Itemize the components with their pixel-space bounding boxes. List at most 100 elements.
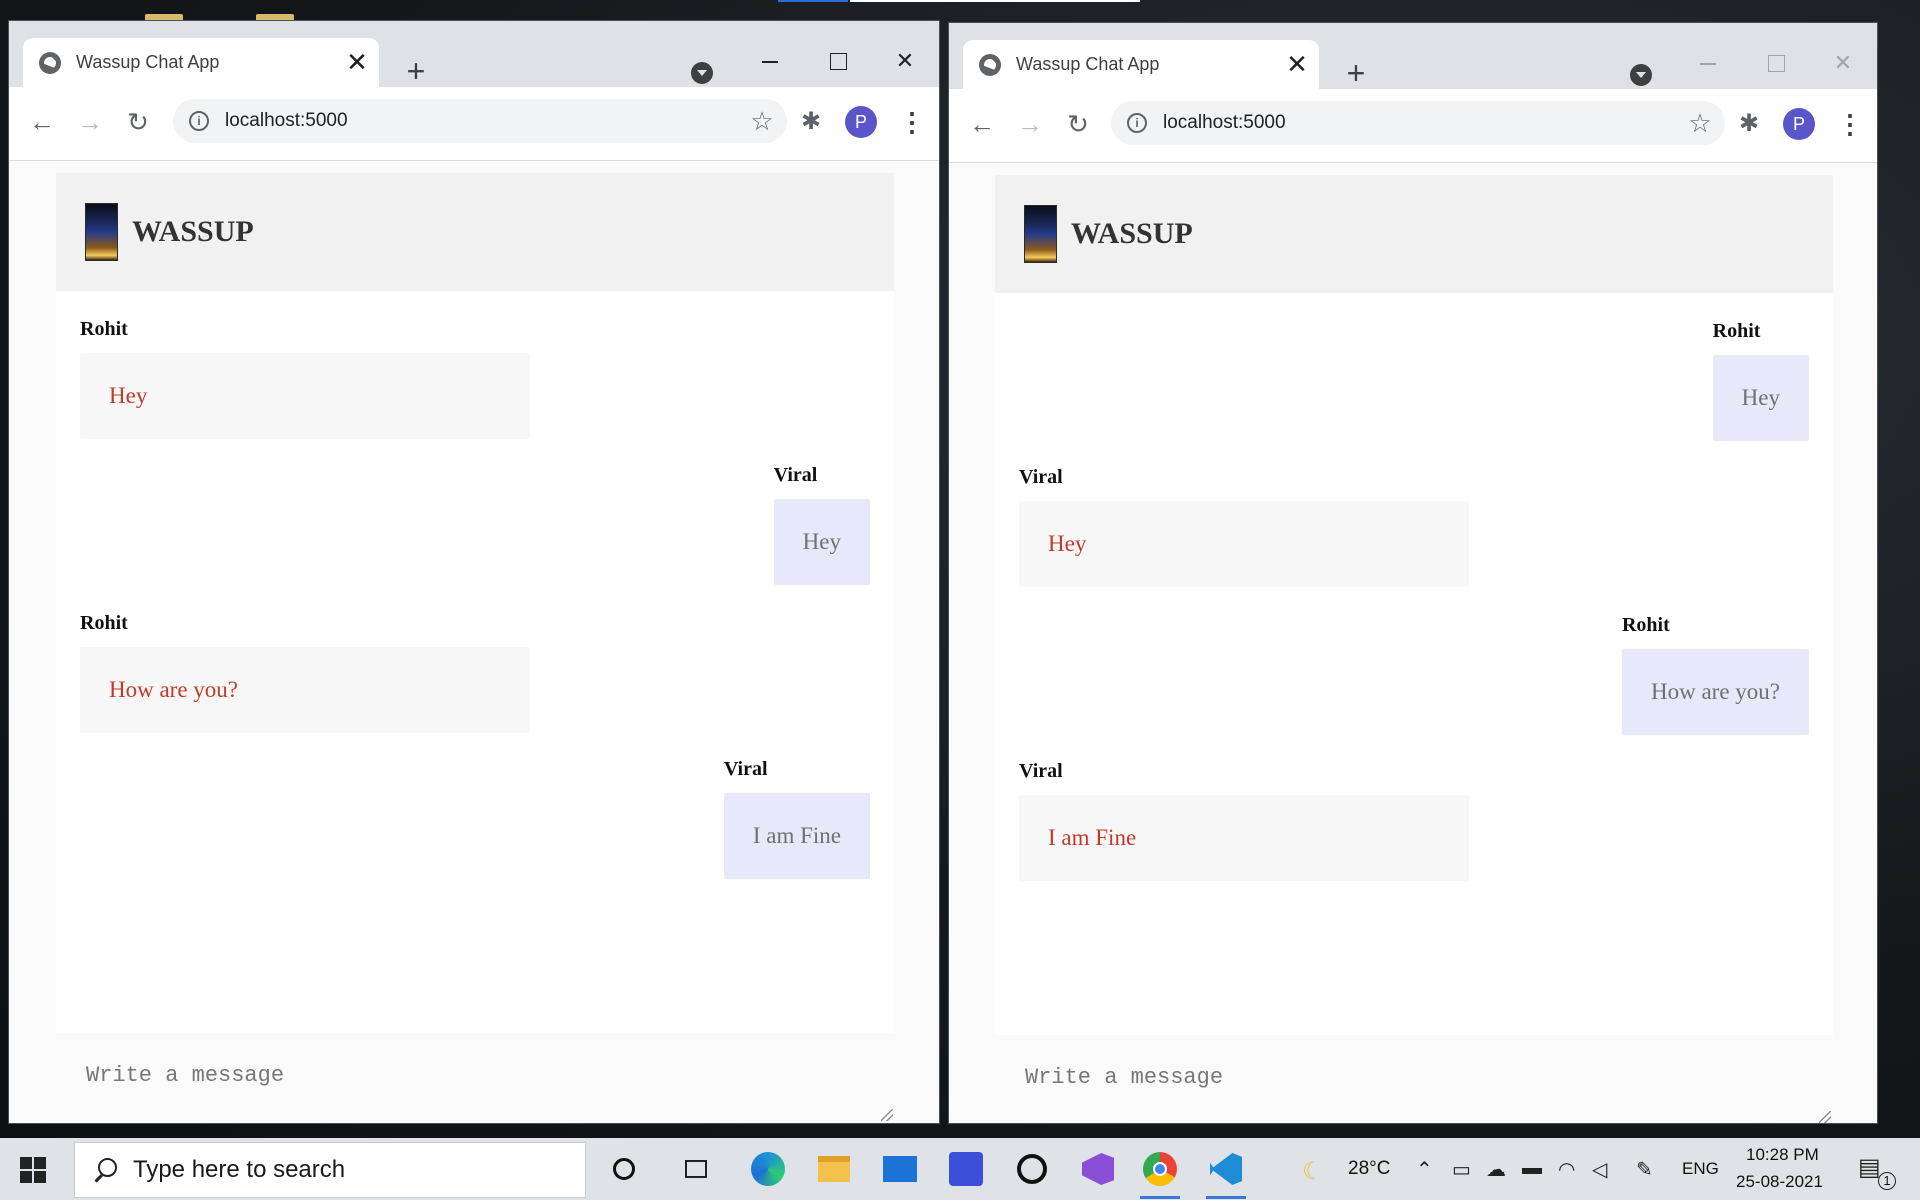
- minimize-button[interactable]: [751, 43, 787, 79]
- back-button[interactable]: ←: [967, 109, 997, 139]
- close-tab-icon[interactable]: ✕: [343, 49, 371, 77]
- maximize-button[interactable]: [819, 43, 855, 79]
- weather-icon[interactable]: ☾: [1302, 1157, 1324, 1186]
- profile-avatar[interactable]: P: [1783, 108, 1815, 140]
- forward-button[interactable]: →: [75, 107, 105, 137]
- volume-icon[interactable]: ◁: [1592, 1157, 1607, 1182]
- address-bar[interactable]: i localhost:5000 ☆: [173, 99, 787, 143]
- close-window-button[interactable]: ✕: [1825, 45, 1861, 81]
- vscode-icon[interactable]: [1206, 1149, 1246, 1199]
- tab-title: Wassup Chat App: [76, 52, 220, 72]
- message-item: Rohit How are you?: [1621, 613, 1809, 735]
- search-placeholder: Type here to search: [133, 1156, 346, 1183]
- message-sender: Rohit: [80, 612, 128, 634]
- more-vertical-icon[interactable]: ⋮: [899, 105, 925, 139]
- desktop-window-edge: [850, 0, 1140, 2]
- message-item: Rohit Hey: [1712, 319, 1809, 441]
- puzzle-icon[interactable]: ✱: [796, 107, 826, 137]
- url-text[interactable]: localhost:5000: [1163, 112, 1685, 134]
- file-explorer-icon[interactable]: [814, 1149, 854, 1189]
- brand-title: WASSUP: [1071, 217, 1193, 250]
- message-sender: Viral: [1019, 760, 1063, 782]
- message-input[interactable]: [1023, 1051, 1823, 1123]
- xbox-icon[interactable]: [1012, 1149, 1052, 1189]
- tab-title: Wassup Chat App: [1016, 54, 1160, 74]
- onedrive-icon[interactable]: ☁: [1486, 1157, 1506, 1182]
- brand-title: WASSUP: [132, 215, 254, 248]
- message-item: Viral I am Fine: [1019, 759, 1469, 881]
- message-bubble: How are you?: [1621, 649, 1809, 735]
- clock-date[interactable]: 25-08-2021: [1736, 1172, 1823, 1192]
- message-sender: Viral: [723, 758, 768, 780]
- reload-button[interactable]: ↻: [1063, 109, 1093, 139]
- message-list: Rohit Hey Viral Hey Rohit How are you? V…: [56, 291, 894, 1033]
- tab-search-icon[interactable]: [1630, 64, 1652, 86]
- pen-icon[interactable]: ✎: [1636, 1157, 1653, 1182]
- taskbar-search[interactable]: Type here to search: [74, 1142, 586, 1198]
- windows-start-icon[interactable]: [20, 1157, 46, 1183]
- logo-image: [1024, 205, 1057, 263]
- profile-avatar[interactable]: P: [845, 106, 877, 138]
- mail-icon[interactable]: [880, 1149, 920, 1189]
- tab-search-icon[interactable]: [691, 62, 713, 84]
- battery-icon[interactable]: ▬: [1522, 1157, 1542, 1180]
- forward-button[interactable]: →: [1015, 109, 1045, 139]
- puzzle-icon[interactable]: ✱: [1734, 109, 1764, 139]
- meet-icon[interactable]: ▭: [1452, 1157, 1471, 1182]
- wifi-icon[interactable]: ◠: [1558, 1157, 1575, 1182]
- app-icon[interactable]: [946, 1149, 986, 1189]
- browser-tab[interactable]: Wassup Chat App ✕: [963, 40, 1319, 89]
- compose-area: [9, 1033, 939, 1123]
- browser-window-left: Wassup Chat App ✕ + ✕ ← → ↻ i localhost:…: [8, 20, 940, 1124]
- message-sender: Rohit: [80, 318, 128, 340]
- more-vertical-icon[interactable]: ⋮: [1837, 107, 1863, 141]
- close-window-button[interactable]: ✕: [887, 43, 923, 79]
- message-sender: Rohit: [1712, 320, 1761, 342]
- page-viewport: WASSUP Rohit Hey Viral Hey Rohit How are…: [9, 161, 939, 1123]
- globe-icon: [39, 51, 61, 74]
- cortana-icon[interactable]: [604, 1149, 644, 1189]
- weather-temp[interactable]: 28°C: [1348, 1158, 1390, 1180]
- notification-count: 1: [1878, 1172, 1896, 1190]
- message-bubble: I am Fine: [723, 793, 870, 879]
- language-indicator[interactable]: ENG: [1682, 1159, 1719, 1179]
- star-icon[interactable]: ☆: [1685, 108, 1715, 139]
- message-item: Rohit Hey: [80, 317, 530, 439]
- compose-area: [949, 1035, 1877, 1123]
- notification-icon[interactable]: ▤: [1858, 1153, 1881, 1182]
- message-bubble: Hey: [1019, 501, 1469, 587]
- new-tab-button[interactable]: +: [1341, 57, 1371, 91]
- star-icon[interactable]: ☆: [747, 106, 777, 137]
- browser-titlebar: Wassup Chat App ✕ + ✕: [949, 23, 1877, 89]
- chrome-icon[interactable]: [1140, 1149, 1180, 1199]
- message-bubble: How are you?: [80, 647, 530, 733]
- info-icon[interactable]: i: [1127, 113, 1147, 133]
- chevron-up-icon[interactable]: ⌃: [1416, 1157, 1433, 1182]
- visual-studio-icon[interactable]: [1078, 1149, 1118, 1189]
- clock-time[interactable]: 10:28 PM: [1746, 1145, 1819, 1165]
- edge-icon[interactable]: [748, 1149, 788, 1189]
- message-bubble: Hey: [1712, 355, 1809, 441]
- message-item: Rohit How are you?: [80, 611, 530, 733]
- resize-handle[interactable]: [881, 1109, 893, 1121]
- message-bubble: I am Fine: [1019, 795, 1469, 881]
- chat-header: WASSUP: [995, 175, 1833, 293]
- task-view-icon[interactable]: [676, 1149, 716, 1189]
- address-bar[interactable]: i localhost:5000 ☆: [1111, 101, 1725, 145]
- desktop-window-edge: [778, 0, 848, 2]
- info-icon[interactable]: i: [189, 111, 209, 131]
- chat-header: WASSUP: [56, 173, 894, 291]
- message-input[interactable]: [84, 1049, 884, 1123]
- message-item: Viral Hey: [1019, 465, 1469, 587]
- resize-handle[interactable]: [1819, 1111, 1831, 1123]
- back-button[interactable]: ←: [27, 107, 57, 137]
- message-bubble: Hey: [80, 353, 530, 439]
- close-tab-icon[interactable]: ✕: [1283, 51, 1311, 79]
- reload-button[interactable]: ↻: [123, 107, 153, 137]
- globe-icon: [979, 53, 1001, 76]
- url-text[interactable]: localhost:5000: [225, 110, 747, 132]
- new-tab-button[interactable]: +: [401, 55, 431, 89]
- minimize-button[interactable]: [1689, 45, 1725, 81]
- maximize-button[interactable]: [1757, 45, 1793, 81]
- browser-tab[interactable]: Wassup Chat App ✕: [23, 38, 379, 87]
